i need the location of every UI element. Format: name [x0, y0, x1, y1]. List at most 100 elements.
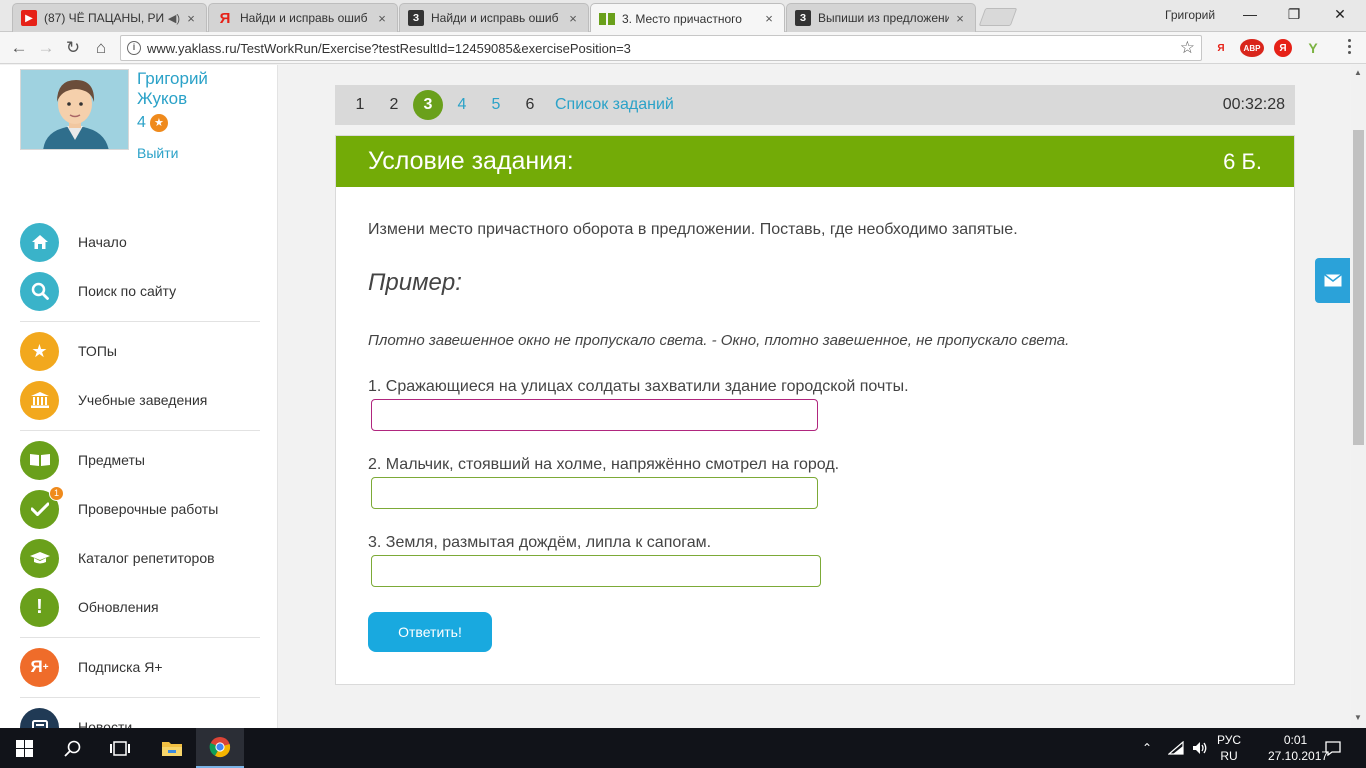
scroll-down-arrow-icon[interactable]: ▼: [1354, 713, 1362, 722]
new-tab-button[interactable]: [978, 8, 1018, 26]
file-explorer-icon[interactable]: [148, 728, 196, 768]
close-icon[interactable]: ×: [566, 11, 580, 26]
user-last-name[interactable]: Жуков: [137, 89, 257, 109]
task-list-link[interactable]: Список заданий: [555, 96, 674, 114]
user-points: 4 ★: [137, 114, 168, 132]
forward-arrow-icon[interactable]: →: [35, 37, 57, 59]
menu-item-label: Начало: [78, 234, 127, 250]
menu-item-tutors[interactable]: Каталог репетиторов: [20, 538, 260, 578]
question-link-5[interactable]: 5: [481, 90, 511, 120]
browser-tab-yaklass[interactable]: 3. Место причастного ×: [590, 3, 785, 33]
url-text[interactable]: www.yaklass.ru/TestWorkRun/Exercise?test…: [147, 41, 1180, 56]
menu-item-label: Поиск по сайту: [78, 283, 177, 299]
menu-divider: [20, 697, 260, 698]
menu-divider: [20, 430, 260, 431]
menu-item-ya-plus[interactable]: Я + Подписка Я+: [20, 647, 260, 687]
bookmark-star-icon[interactable]: ☆: [1180, 38, 1195, 58]
minimize-icon[interactable]: —: [1228, 3, 1272, 25]
task-card-header: Условие задания: 6 Б.: [336, 136, 1294, 187]
menu-item-home[interactable]: Начало: [20, 222, 260, 262]
clock-time: 0:01: [1283, 733, 1308, 747]
question-link-1[interactable]: 1: [345, 90, 375, 120]
menu-item-tests[interactable]: 1 Проверочные работы: [20, 485, 260, 529]
chrome-icon[interactable]: [196, 728, 244, 768]
network-icon[interactable]: [1168, 728, 1184, 768]
question-navigation: 1 2 3 4 5 6 Список заданий 00:32:28: [335, 85, 1295, 125]
answer-input-3[interactable]: [371, 555, 821, 587]
menu-item-tops[interactable]: ★ ТОПы: [20, 331, 260, 371]
volume-icon[interactable]: [1192, 728, 1208, 768]
close-icon[interactable]: ×: [184, 11, 198, 26]
feedback-button[interactable]: [1315, 258, 1350, 303]
points-value: 4: [137, 114, 146, 131]
menu-item-updates[interactable]: ! Обновления: [20, 587, 260, 627]
sprout-extension-icon[interactable]: Y: [1304, 40, 1322, 56]
restore-icon[interactable]: ❐: [1272, 3, 1316, 25]
star-icon: ★: [149, 114, 168, 132]
youtube-icon: ▶: [21, 10, 37, 26]
back-arrow-icon[interactable]: ←: [8, 37, 30, 59]
page-scrollbar[interactable]: ▲ ▼: [1351, 65, 1366, 728]
menu-item-institutions[interactable]: Учебные заведения: [20, 380, 260, 420]
answer-input-1[interactable]: [371, 399, 818, 431]
browser-tab-znanija-2[interactable]: З Выпиши из предложени ×: [786, 3, 976, 32]
task-card: Условие задания: 6 Б. Измени место прича…: [335, 135, 1295, 685]
task-view-icon[interactable]: [96, 728, 144, 768]
avatar[interactable]: [20, 69, 129, 150]
menu-item-label: Проверочные работы: [78, 501, 219, 517]
question-current-3[interactable]: 3: [413, 90, 443, 120]
user-first-name[interactable]: Григорий: [137, 69, 257, 89]
book-icon: [20, 440, 59, 480]
close-icon[interactable]: ×: [953, 11, 967, 26]
example-text: Плотно завешенное окно не пропускало све…: [368, 332, 1070, 349]
notification-badge: 1: [49, 485, 64, 501]
browser-tab-yandex[interactable]: Я Найди и исправь ошиб ×: [208, 3, 398, 32]
audio-icon[interactable]: ◀): [168, 12, 180, 25]
input-language-indicator[interactable]: РУС RU: [1214, 732, 1244, 764]
show-hidden-icons-icon[interactable]: ⌃: [1142, 728, 1152, 768]
menu-item-label: Новости: [78, 719, 133, 728]
search-icon[interactable]: [48, 728, 96, 768]
reload-icon[interactable]: ↻: [62, 37, 84, 59]
taskbar-clock[interactable]: 0:01 27.10.2017: [1268, 732, 1328, 764]
yandex-extension-icon[interactable]: Я: [1212, 40, 1230, 56]
submit-answer-button[interactable]: Ответить!: [368, 612, 492, 652]
browser-tab-znanija-1[interactable]: З Найди и исправь ошиб ×: [399, 3, 589, 32]
windows-start-icon[interactable]: [0, 728, 48, 768]
question-link-4[interactable]: 4: [447, 90, 477, 120]
browser-menu-icon[interactable]: [1342, 36, 1356, 58]
scroll-up-arrow-icon[interactable]: ▲: [1354, 68, 1362, 77]
close-icon[interactable]: ×: [375, 11, 389, 26]
close-icon[interactable]: ×: [762, 11, 776, 26]
browser-tab-youtube[interactable]: ▶ (87) ЧЁ ПАЦАНЫ, РИ ◀) ×: [12, 3, 207, 32]
question-link-2[interactable]: 2: [379, 90, 409, 120]
window-close-icon[interactable]: ✕: [1318, 3, 1362, 25]
menu-divider: [20, 321, 260, 322]
menu-item-search[interactable]: Поиск по сайту: [20, 271, 260, 311]
menu-item-label: Учебные заведения: [78, 392, 208, 408]
address-bar[interactable]: i www.yaklass.ru/TestWorkRun/Exercise?te…: [120, 35, 1202, 61]
user-name[interactable]: Григорий Жуков: [137, 69, 257, 109]
task-sentence-2: 2. Мальчик, стоявший на холме, напряжённ…: [368, 456, 840, 473]
adblock-icon[interactable]: ABP: [1240, 39, 1264, 57]
action-center-icon[interactable]: [1325, 728, 1341, 768]
check-icon: 1: [20, 485, 64, 529]
example-heading: Пример:: [368, 269, 462, 296]
home-icon[interactable]: ⌂: [90, 37, 112, 59]
browser-profile-name[interactable]: Григорий: [1165, 8, 1215, 22]
task-title: Условие задания:: [368, 147, 574, 175]
info-icon[interactable]: i: [127, 41, 141, 55]
graduation-cap-icon: [20, 538, 59, 578]
logout-link[interactable]: Выйти: [137, 145, 178, 161]
menu-item-subjects[interactable]: Предметы: [20, 440, 260, 480]
menu-divider: [20, 637, 260, 638]
answer-input-2[interactable]: [371, 477, 818, 509]
windows-taskbar: ⌃ РУС RU 0:01 27.10.2017: [0, 728, 1366, 768]
scroll-thumb[interactable]: [1353, 130, 1364, 445]
question-link-6[interactable]: 6: [515, 90, 545, 120]
menu-item-label: ТОПы: [78, 343, 117, 359]
menu-item-news[interactable]: Новости: [20, 707, 260, 728]
tab-title: 3. Место причастного: [622, 11, 742, 26]
yandex-bar-icon[interactable]: Я: [1274, 39, 1292, 57]
timer: 00:32:28: [1222, 96, 1285, 113]
